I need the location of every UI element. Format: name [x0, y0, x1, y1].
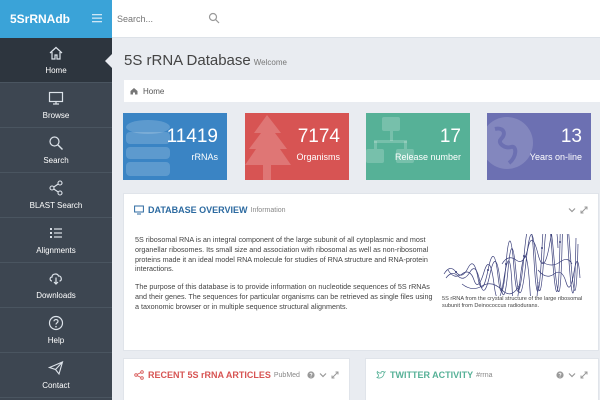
- brand-name: 5SrRNAdb: [10, 12, 71, 26]
- menu-toggle-icon[interactable]: [91, 12, 103, 24]
- sitemap-icon: [366, 117, 414, 163]
- sidebar-item-label: Search: [43, 156, 69, 165]
- page-title: 5S rRNA Database Welcome: [124, 52, 287, 69]
- database-overview-panel: DATABASE OVERVIEW Information 5S ribosoma…: [123, 193, 599, 351]
- panel-title: TWITTER ACTIVITY: [390, 370, 474, 380]
- chevron-down-icon[interactable]: [568, 206, 576, 214]
- top-bar: [112, 0, 600, 38]
- sidebar-item-label: Alignments: [36, 246, 76, 255]
- expand-icon[interactable]: [580, 371, 588, 379]
- stat-tile-rrnas: 11419 rRNAs: [123, 113, 227, 180]
- panel-tools: [556, 371, 588, 379]
- breadcrumb: Home: [124, 80, 600, 102]
- list-icon: [50, 228, 62, 238]
- page-title-text: 5S rRNA Database: [124, 52, 251, 69]
- chevron-down-icon[interactable]: [568, 371, 576, 379]
- recent-articles-panel: RECENT 5S rRNA ARTICLES PubMed: [123, 358, 350, 400]
- home-icon: [130, 88, 138, 95]
- monitor-icon: [48, 91, 64, 105]
- stat-label: Years on-line: [529, 152, 582, 162]
- sidebar-item-downloads[interactable]: Downloads: [0, 263, 112, 308]
- sidebar-item-contact[interactable]: Contact: [0, 353, 112, 398]
- sidebar-item-label: Downloads: [36, 291, 76, 300]
- breadcrumb-home-link[interactable]: Home: [143, 87, 164, 96]
- sidebar-item-label: Help: [47, 336, 65, 345]
- paper-plane-icon: [48, 361, 64, 376]
- home-icon: [49, 46, 63, 60]
- help-icon[interactable]: [556, 371, 564, 379]
- twitter-icon: [376, 370, 386, 379]
- share-icon: [49, 180, 63, 196]
- cloud-download-icon: [49, 273, 62, 285]
- overview-paragraph: 5S ribosomal RNA is an integral componen…: [135, 235, 429, 274]
- stat-tile-release-number: 17 Release number: [366, 113, 470, 180]
- panel-header: RECENT 5S rRNA ARTICLES PubMed: [134, 370, 300, 380]
- share-icon: [134, 370, 144, 380]
- sidebar-item-label: Contact: [42, 381, 70, 390]
- panel-header: DATABASE OVERVIEW Information: [134, 205, 286, 215]
- stat-label: Organisms: [296, 152, 340, 162]
- sidebar-item-search[interactable]: Search: [0, 128, 112, 173]
- help-icon[interactable]: [307, 371, 315, 379]
- page-subtitle: Welcome: [253, 58, 287, 67]
- sidebar-item-alignments[interactable]: Alignments: [0, 218, 112, 263]
- rna-structure-image: [443, 234, 581, 296]
- brand-logo[interactable]: 5SrRNAdb: [0, 0, 112, 38]
- expand-icon[interactable]: [331, 371, 339, 379]
- sidebar-item-blast-search[interactable]: BLAST Search: [0, 173, 112, 218]
- search-icon: [49, 136, 63, 150]
- help-icon: [48, 315, 64, 331]
- panel-title: RECENT 5S rRNA ARTICLES: [148, 370, 271, 380]
- search-icon[interactable]: [208, 12, 220, 24]
- panel-title: DATABASE OVERVIEW: [148, 205, 248, 215]
- main-content: 5S rRNA Database Welcome Home 11419 rRNAs…: [112, 38, 600, 400]
- sidebar-item-help[interactable]: Help: [0, 308, 112, 353]
- globe-icon: [487, 117, 533, 169]
- twitter-activity-panel: TWITTER ACTIVITY #rrna: [365, 358, 599, 400]
- overview-text: 5S ribosomal RNA is an integral componen…: [135, 235, 433, 320]
- stat-value: 13: [560, 126, 582, 147]
- expand-icon[interactable]: [580, 206, 588, 214]
- image-caption: 5S rRNA from the crystal structure of th…: [442, 296, 583, 310]
- overview-paragraph: The purpose of this database is to provi…: [135, 282, 433, 311]
- stat-label: Release number: [394, 152, 461, 162]
- sidebar-item-label: Browse: [42, 111, 70, 120]
- panel-tools: [307, 371, 339, 379]
- sidebar-item-home[interactable]: Home: [0, 38, 112, 83]
- monitor-icon: [134, 205, 144, 215]
- sidebar: Home Browse Search BLAST Search Alignmen…: [0, 38, 112, 400]
- panel-tools: [568, 206, 588, 214]
- panel-subtitle: PubMed: [273, 371, 300, 379]
- sidebar-item-label: BLAST Search: [29, 201, 83, 210]
- stat-value: 11419: [166, 126, 218, 147]
- stat-value: 7174: [297, 126, 340, 147]
- stat-tile-years-online: 13 Years on-line: [487, 113, 591, 180]
- panel-subtitle: #rrna: [476, 371, 493, 379]
- panel-subtitle: Information: [250, 206, 286, 214]
- stat-tile-organisms: 7174 Organisms: [245, 113, 349, 180]
- sidebar-item-browse[interactable]: Browse: [0, 83, 112, 128]
- stat-label: rRNAs: [191, 152, 219, 162]
- sidebar-item-label: Home: [45, 66, 67, 75]
- chevron-down-icon[interactable]: [319, 371, 327, 379]
- stat-value: 17: [439, 126, 461, 147]
- panel-header: TWITTER ACTIVITY #rrna: [376, 370, 493, 380]
